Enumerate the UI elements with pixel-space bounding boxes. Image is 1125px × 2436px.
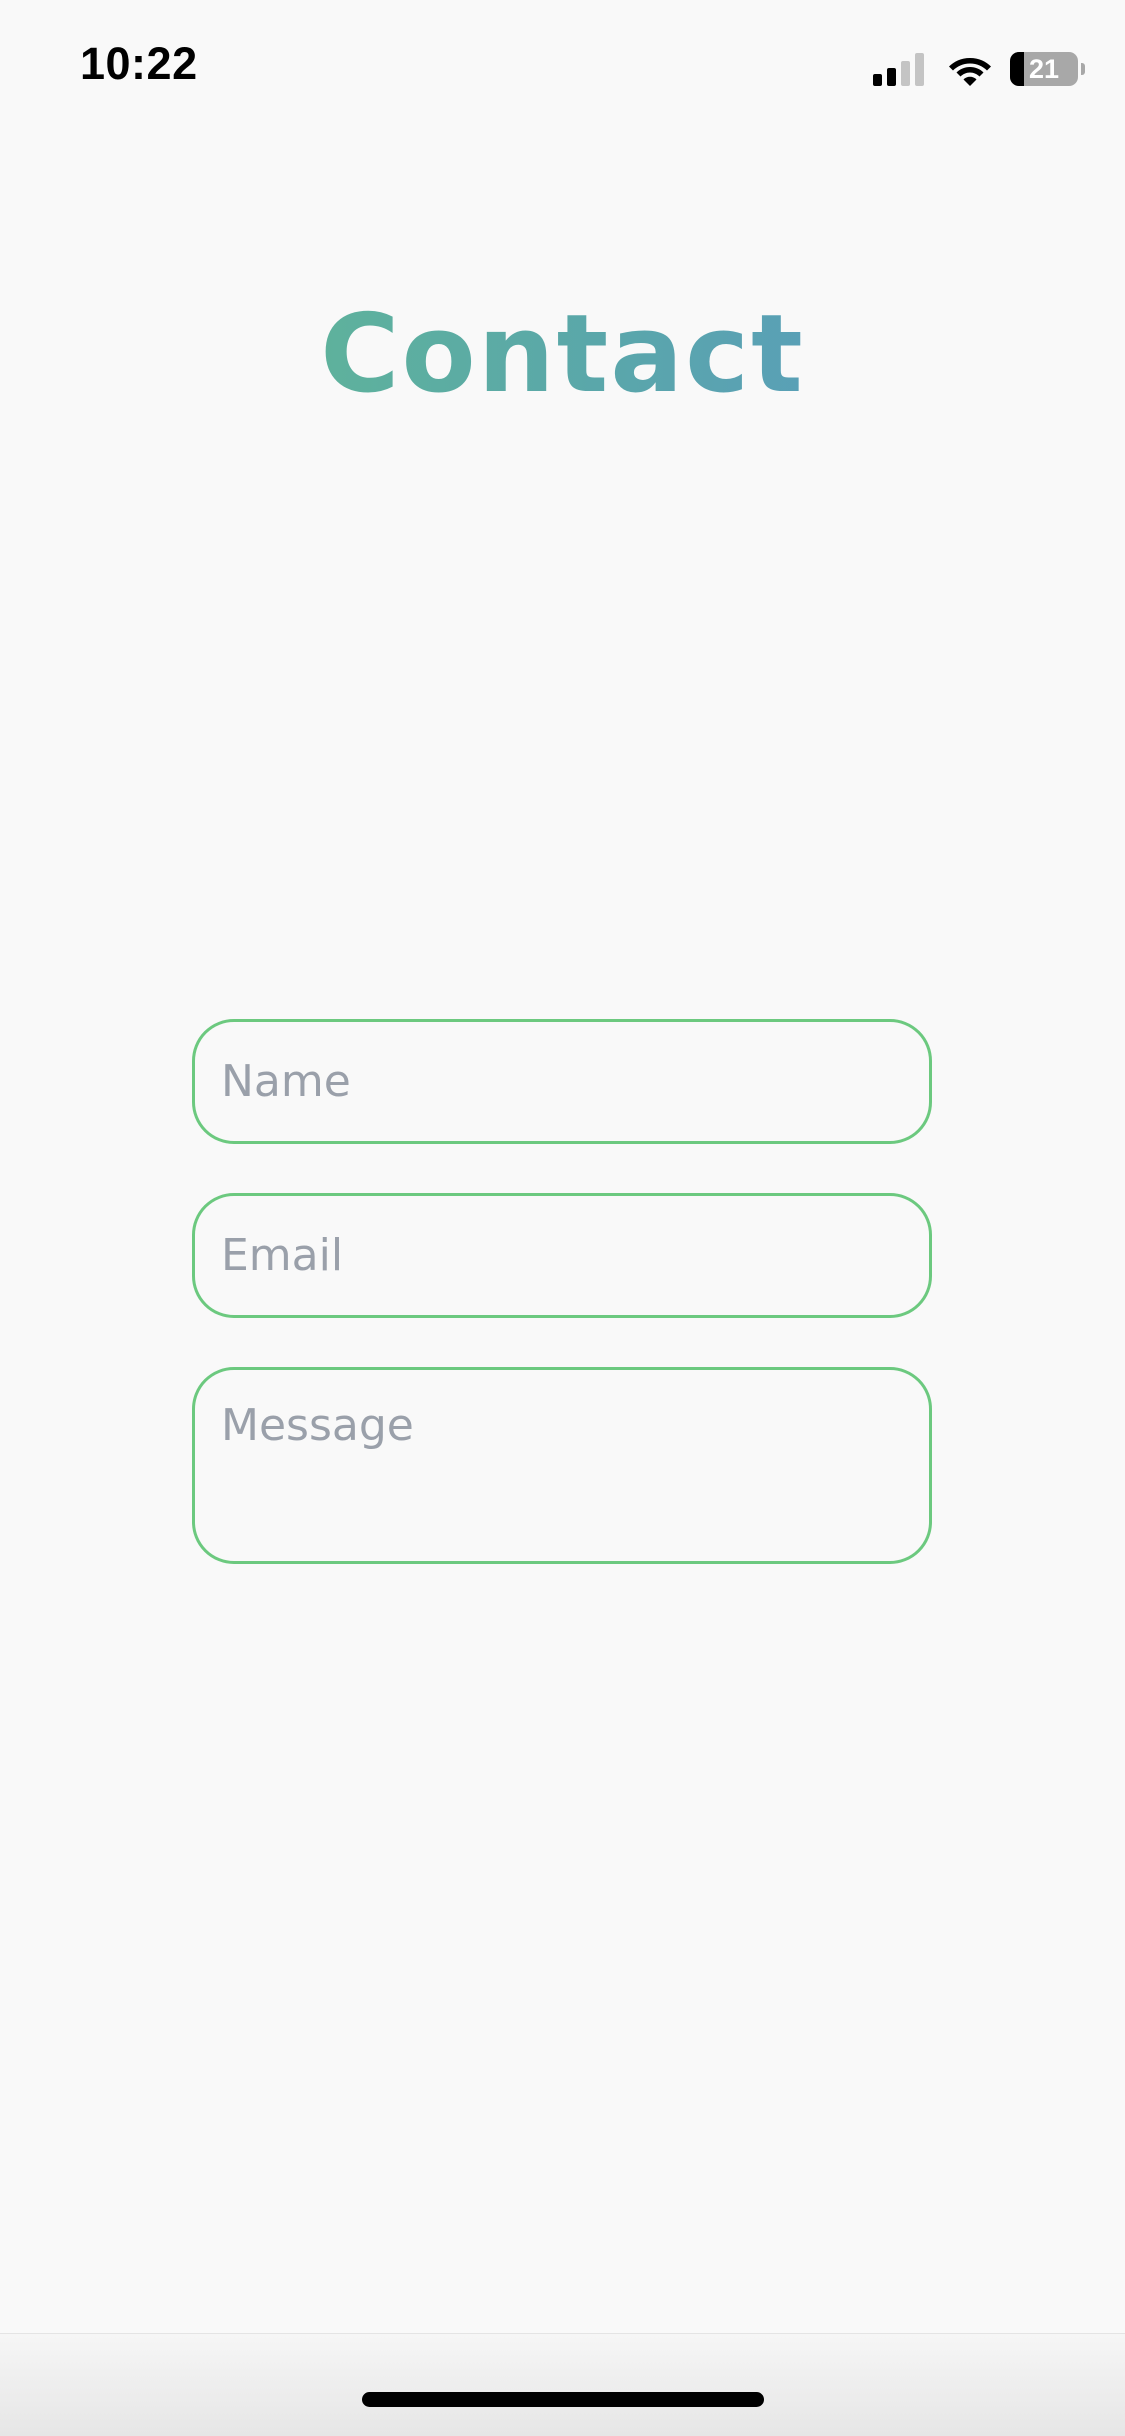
home-indicator[interactable] <box>362 2392 764 2407</box>
status-icons: 21 <box>873 48 1085 90</box>
battery-icon: 21 <box>1010 52 1078 86</box>
battery-level: 21 <box>1028 53 1060 84</box>
battery-cap <box>1081 63 1085 75</box>
contact-form <box>192 1019 932 1613</box>
status-time: 10:22 <box>80 38 198 89</box>
wifi-icon <box>949 58 991 86</box>
name-field[interactable] <box>192 1019 932 1144</box>
email-field[interactable] <box>192 1193 932 1318</box>
status-bar: 10:22 21 <box>0 0 1125 140</box>
cellular-signal-icon <box>873 52 924 86</box>
message-field[interactable] <box>192 1367 932 1564</box>
home-indicator-area <box>0 2333 1125 2436</box>
page-title: Contact <box>0 285 1125 425</box>
